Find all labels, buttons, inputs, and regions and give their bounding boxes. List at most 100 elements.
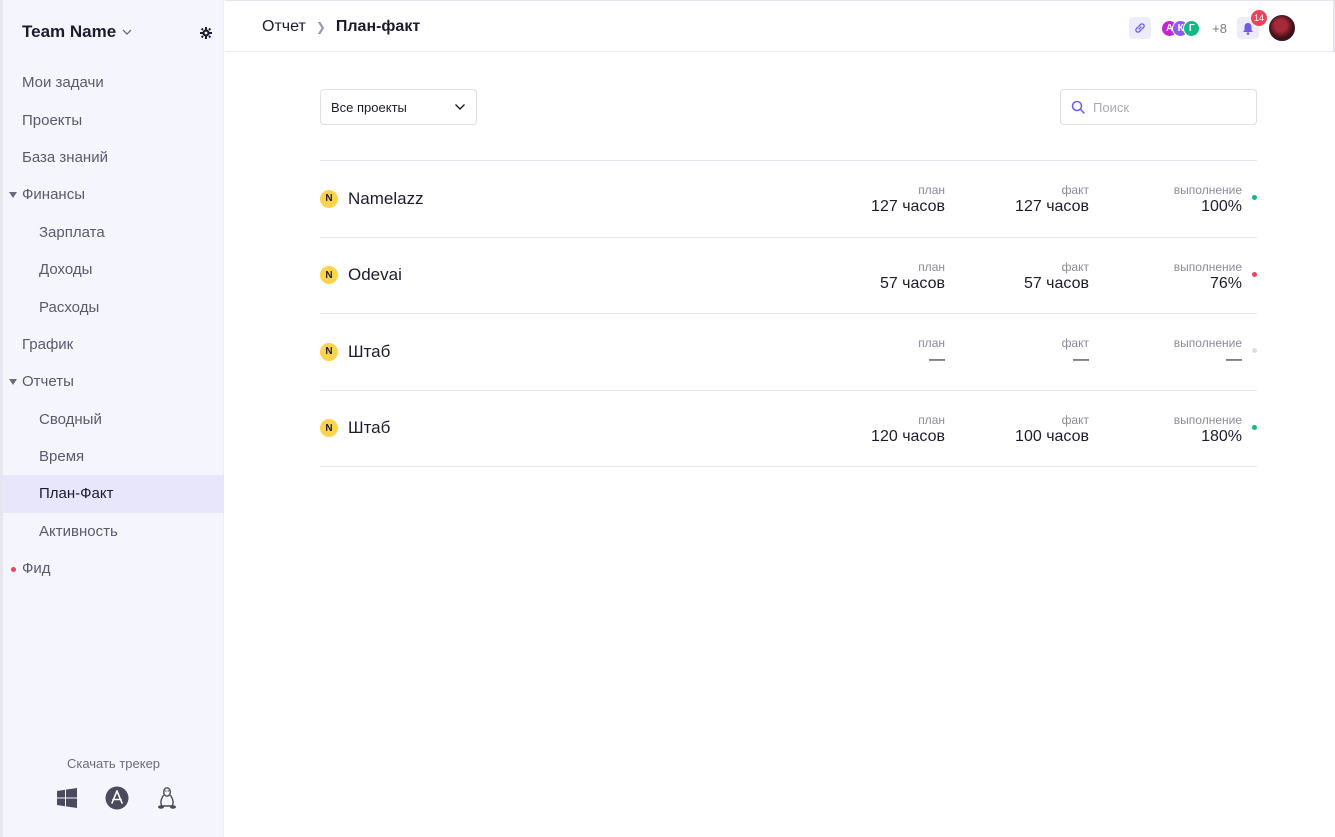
sidebar-item-label: Зарплата [39, 223, 105, 241]
sidebar-item-label: План-Факт [39, 485, 114, 503]
fact-metric: факт 127 часов [1015, 183, 1089, 217]
breadcrumb: Отчет ❯ План-факт [262, 18, 420, 36]
copy-link-button[interactable] [1129, 17, 1152, 39]
completion-label: выполнение [1173, 336, 1242, 350]
sidebar-nav: Мои задачи Проекты База знаний Финансы Зарпл… [3, 64, 224, 587]
member-avatar[interactable]: Г [1183, 19, 1201, 37]
project-name-cell[interactable]: N Namelazz [320, 189, 424, 209]
project-icon: N [320, 266, 338, 285]
team-switcher[interactable]: Team Name [22, 22, 132, 42]
linux-icon[interactable] [155, 786, 179, 810]
plan-metric: план 127 часов [871, 183, 945, 217]
sidebar-item-label: Проекты [22, 111, 83, 129]
sidebar-item[interactable]: График [3, 326, 224, 363]
status-dot-icon [1252, 424, 1257, 430]
sidebar-item[interactable]: Зарплата [3, 214, 224, 251]
sidebar-item[interactable]: Сводный [3, 401, 224, 438]
sidebar-item[interactable]: Фид [3, 550, 224, 587]
notification-badge: 14 [1251, 10, 1267, 26]
completion-label: выполнение [1173, 259, 1242, 274]
plan-metric: план 57 часов [880, 260, 945, 294]
caret-down-icon[interactable] [9, 191, 17, 198]
breadcrumb-parent[interactable]: Отчет [262, 18, 306, 36]
project-icon: N [320, 419, 338, 438]
top-bar: Отчет ❯ План-факт АКГ +8 14 [225, 0, 1335, 52]
sidebar: Team Name Мои задачи Проекты База знаний Фи… [0, 0, 224, 837]
project-icon: N [320, 189, 338, 208]
sidebar-item[interactable]: Доходы [3, 251, 224, 288]
notifications-button[interactable]: 14 [1237, 10, 1267, 39]
more-members-count[interactable]: +8 [1212, 21, 1227, 36]
sidebar-item[interactable]: Проекты [3, 101, 224, 138]
sidebar-item-label: Отчеты [22, 373, 74, 391]
sidebar-item-label: База знаний [22, 148, 108, 166]
project-row[interactable]: N Штаб план — факт — выполнение — [320, 314, 1257, 391]
completion-value: — [1226, 351, 1242, 368]
plan-label: план [918, 183, 945, 197]
project-filter-select[interactable]: Все проекты [320, 89, 477, 125]
plan-metric: план 120 часов [871, 413, 945, 447]
sidebar-item-label: Время [39, 448, 85, 466]
download-tracker-label: Скачать трекер [66, 756, 161, 771]
sidebar-item-label: Мои задачи [22, 74, 104, 92]
completion-label: выполнение [1173, 183, 1242, 197]
project-name-cell[interactable]: N Штаб [320, 342, 390, 362]
search-box[interactable] [1060, 89, 1257, 125]
windows-icon[interactable] [55, 786, 79, 810]
project-name: Namelazz [348, 188, 424, 208]
sidebar-item[interactable]: Финансы [3, 176, 224, 213]
sidebar-item-label: Расходы [39, 298, 100, 316]
sidebar-item-label: Фид [22, 560, 51, 578]
caret-down-icon[interactable] [9, 378, 17, 385]
plan-value: 57 часов [879, 274, 945, 292]
plan-value: — [929, 351, 945, 368]
fact-label: факт [1061, 336, 1089, 350]
project-filter-value: Все проекты [331, 99, 407, 115]
sidebar-item[interactable]: План-Факт [3, 475, 224, 513]
gear-icon[interactable] [200, 27, 212, 39]
fact-label: факт [1061, 259, 1089, 274]
plan-metric: план — [918, 336, 945, 370]
sidebar-item[interactable]: Отчеты [3, 363, 224, 400]
appstore-icon[interactable] [105, 786, 129, 810]
fact-metric: факт 100 часов [1015, 413, 1089, 447]
fact-metric: факт — [1062, 336, 1089, 370]
project-row[interactable]: N Namelazz план 127 часов факт 127 часов выпол… [320, 161, 1257, 238]
sidebar-item[interactable]: База знаний [3, 139, 224, 176]
plan-label: план [918, 259, 945, 274]
fact-value: 57 часов [1023, 274, 1089, 292]
fact-value: 100 часов [1015, 427, 1089, 445]
sidebar-item[interactable]: Активность [3, 513, 224, 550]
user-avatar[interactable] [1269, 15, 1295, 41]
sidebar-item-label: Финансы [22, 186, 85, 204]
sidebar-item-label: График [22, 335, 74, 353]
sidebar-item-label: Сводный [39, 410, 102, 428]
chevron-down-icon [122, 29, 132, 35]
project-name: Штаб [348, 341, 391, 361]
project-row[interactable]: N Odevai план 57 часов факт 57 часов выполнени… [320, 238, 1257, 314]
os-download-icons [55, 786, 179, 810]
project-name-cell[interactable]: N Штаб [320, 418, 390, 438]
member-avatars[interactable]: АКГ [1161, 19, 1201, 37]
plan-label: план [918, 336, 945, 350]
search-icon [1071, 100, 1085, 114]
project-row[interactable]: N Штаб план 120 часов факт 100 часов выполнени… [320, 391, 1257, 467]
status-dot-icon [1252, 271, 1257, 277]
plan-fact-table: N Namelazz план 127 часов факт 127 часов выпол… [320, 160, 1257, 467]
page-title: План-факт [335, 18, 421, 35]
search-input[interactable] [1093, 99, 1243, 115]
header-tools: АКГ +8 14 [1129, 10, 1295, 41]
project-name-cell[interactable]: N Odevai [320, 265, 402, 285]
project-name: Штаб [348, 418, 391, 438]
sidebar-item[interactable]: Расходы [3, 288, 224, 325]
sidebar-item[interactable]: Время [3, 438, 224, 475]
plan-label: план [918, 412, 945, 427]
completion-label: выполнение [1173, 412, 1242, 427]
completion-metric: выполнение 180% [1174, 413, 1242, 447]
breadcrumb-separator-icon: ❯ [315, 20, 326, 34]
status-dot-icon [1252, 195, 1257, 200]
plan-value: 127 часов [871, 198, 945, 215]
sidebar-item[interactable]: Мои задачи [3, 64, 224, 101]
completion-metric: выполнение — [1174, 336, 1242, 370]
fact-label: факт [1061, 183, 1089, 197]
